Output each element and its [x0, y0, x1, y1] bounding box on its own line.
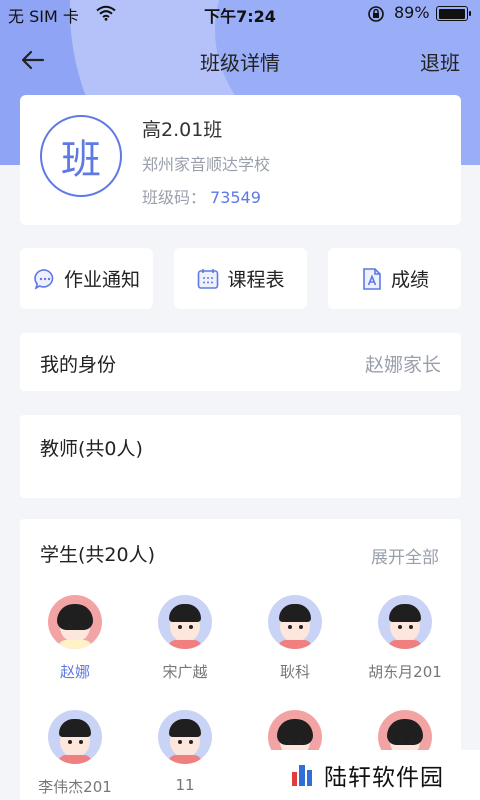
teachers-heading: 教师(共0人) — [40, 438, 143, 460]
document-icon — [363, 267, 381, 290]
page-title: 班级详情 — [200, 51, 280, 75]
buildings-logo-icon — [292, 765, 312, 786]
avatar — [268, 595, 322, 649]
watermark-text: 陆轩软件园 — [324, 765, 444, 791]
chat-bubble-icon — [34, 268, 54, 290]
homework-notice-button[interactable]: 作业通知 — [20, 248, 153, 309]
student-name: 耿科 — [279, 663, 310, 681]
student-name: 赵娜 — [59, 663, 90, 681]
student-item[interactable]: 赵娜 — [20, 595, 130, 682]
avatar — [158, 710, 212, 764]
timetable-button[interactable]: 课程表 — [174, 248, 307, 309]
teachers-section: 教师(共0人) — [20, 415, 461, 498]
class-logo: 班 — [40, 115, 122, 197]
identity-label: 我的身份 — [40, 354, 117, 376]
battery-percent: 89% — [394, 3, 430, 22]
class-code-row: 班级码： 73549 — [142, 184, 261, 208]
class-code-label: 班级码： — [142, 188, 207, 207]
students-heading: 学生(共20人) — [40, 544, 156, 566]
rotation-lock-icon — [368, 6, 384, 22]
calendar-icon — [198, 268, 219, 289]
avatar — [48, 710, 102, 764]
student-item[interactable]: 李伟杰201 — [20, 710, 130, 797]
grades-button[interactable]: 成绩 — [328, 248, 461, 309]
grades-label: 成绩 — [390, 269, 429, 291]
student-item[interactable]: 耿科 — [240, 595, 350, 682]
avatar — [158, 595, 212, 649]
student-item[interactable]: 11 — [130, 710, 240, 794]
avatar — [378, 595, 432, 649]
school-name: 郑州家音顺达学校 — [142, 155, 271, 174]
student-name: 宋广越 — [162, 663, 208, 681]
navigation-bar: 班级详情 退班 — [0, 40, 480, 80]
watermark-logo: 陆轩软件园 — [268, 750, 480, 800]
class-info-card: 班 高2.01班 郑州家音顺达学校 班级码： 73549 — [20, 95, 461, 225]
student-item[interactable]: 宋广越 — [130, 595, 240, 682]
expand-all-button[interactable]: 展开全部 — [371, 543, 439, 568]
class-code: 73549 — [210, 188, 261, 207]
battery-icon — [436, 6, 471, 21]
status-bar: 无 SIM 卡 下午7:24 89% — [0, 0, 480, 28]
homework-notice-label: 作业通知 — [63, 269, 140, 291]
leave-class-button[interactable]: 退班 — [420, 47, 460, 76]
timetable-label: 课程表 — [227, 269, 285, 291]
student-name: 11 — [175, 776, 195, 794]
student-name: 胡东月201 — [368, 663, 442, 681]
class-name: 高2.01班 — [142, 119, 223, 141]
my-identity-row[interactable]: 我的身份 赵娜家长 — [20, 333, 461, 391]
student-item[interactable]: 胡东月201 — [350, 595, 460, 682]
avatar — [48, 595, 102, 649]
student-name: 李伟杰201 — [38, 778, 112, 796]
identity-value: 赵娜家长 — [364, 354, 441, 376]
